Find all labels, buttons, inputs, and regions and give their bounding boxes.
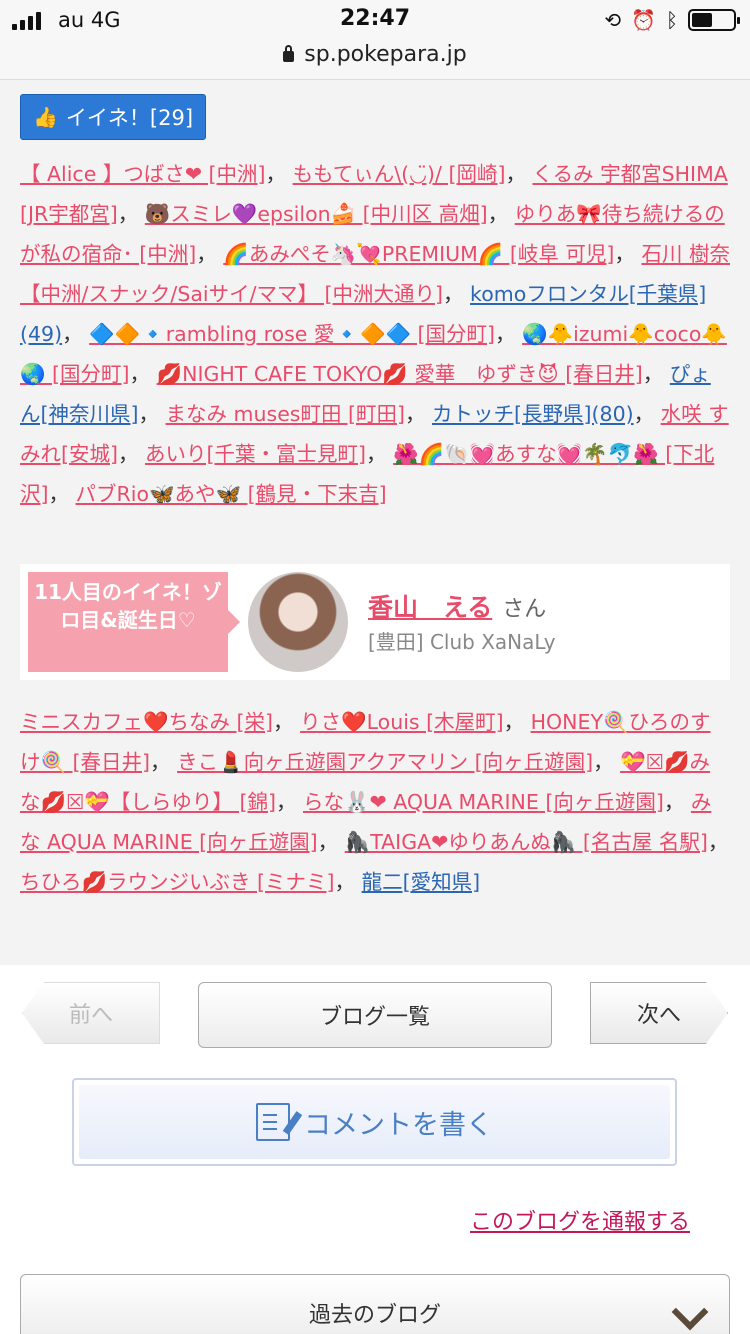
liker-link[interactable]: ももてぃん\(◡̈)/ [岡崎]	[293, 162, 506, 186]
write-comment-button[interactable]: コメントを書く	[72, 1078, 677, 1166]
likers-list: 【 Alice 】つばさ❤ [中洲]， ももてぃん\(◡̈)/ [岡崎]， くる…	[20, 162, 730, 506]
milestone-ribbon: 11人目のイイネ！ゾロ目&誕生日♡	[28, 572, 240, 672]
liker-link[interactable]: 🔷🔶🔹rambling rose 愛🔹🔶🔷 [国分町]	[89, 322, 495, 346]
like-button[interactable]: 👍 イイネ！[29]	[20, 94, 207, 140]
lock-icon	[283, 45, 295, 62]
featured-shop: [豊田] Club XaNaLy	[368, 630, 556, 654]
address-bar[interactable]: sp.pokepara.jp	[0, 42, 750, 67]
likers-list-more: ミニスカフェ❤️ちなみ [栄]， りさ❤️Louis [木屋町]， HONEY🍭…	[20, 710, 729, 894]
browser-status-bar: au 4G 22:47 ⟲ ⏰ ᛒ sp.pokepara.jp	[0, 0, 750, 80]
liker-link[interactable]: 💋NIGHT CAFE TOKYO💋 愛華 ゆずき😈 [春日井]	[157, 362, 643, 386]
liker-link[interactable]: 【 Alice 】つばさ❤ [中洲]	[20, 162, 266, 186]
url-text: sp.pokepara.jp	[304, 42, 467, 67]
prev-button[interactable]: 前へ	[22, 982, 160, 1044]
past-blog-label: 過去のブログ	[308, 1303, 441, 1328]
liker-link[interactable]: 🦍TAIGA❤ゆりあんぬ🦍 [名古屋 名駅]	[345, 830, 708, 854]
liker-link[interactable]: まなみ muses町田 [町田]	[166, 402, 405, 426]
liker-link[interactable]: パブRio🦋あや🦋 [鶴見・下末吉]	[76, 482, 387, 506]
orientation-lock-icon: ⟲	[604, 8, 622, 32]
liker-link[interactable]: りさ❤️Louis [木屋町]	[300, 710, 504, 734]
report-blog-link[interactable]: このブログを通報する	[470, 1204, 690, 1236]
thumbs-up-icon: 👍	[33, 105, 58, 129]
liker-link[interactable]: ミニスカフェ❤️ちなみ [栄]	[20, 710, 273, 734]
liker-link[interactable]: きこ💄向ヶ丘遊園アクアマリン [向ヶ丘遊園]	[177, 750, 593, 774]
liker-link[interactable]: カトッチ[長野県](80)	[432, 402, 634, 426]
write-comment-label: コメントを書く	[304, 1109, 493, 1141]
next-button[interactable]: 次へ	[590, 982, 728, 1044]
battery-icon	[688, 9, 740, 31]
bluetooth-icon: ᛒ	[666, 8, 678, 32]
liker-link[interactable]: あいり[千葉・富士見町]	[145, 442, 366, 466]
liker-link[interactable]: 🐻スミレ💜epsilon🍰 [中川区 高畑]	[145, 202, 488, 226]
status-icons: ⟲ ⏰ ᛒ	[604, 8, 740, 32]
featured-liker[interactable]: 11人目のイイネ！ゾロ目&誕生日♡ 香山 える さん [豊田] Club XaNa…	[20, 564, 730, 680]
past-blog-accordion[interactable]: 過去のブログ	[20, 1274, 730, 1334]
blog-content: 👍 イイネ！[29] 【 Alice 】つばさ❤ [中洲]， ももてぃん\(◡̈…	[0, 80, 750, 965]
featured-name[interactable]: 香山 える さん	[368, 588, 546, 624]
avatar[interactable]	[248, 572, 348, 672]
liker-link[interactable]: ちひろ💋ラウンジいぶき [ミナミ]	[20, 870, 335, 894]
liker-link[interactable]: 🌈あみぺそ🦄💘PREMIUM🌈 [岐阜 可児]	[223, 242, 614, 266]
alarm-icon: ⏰	[631, 8, 656, 32]
like-button-label: イイネ！[29]	[65, 106, 194, 130]
liker-link[interactable]: らな🐰❤ AQUA MARINE [向ヶ丘遊園]	[303, 790, 664, 814]
pager: 前へ ブログ一覧 次へ	[0, 982, 750, 1048]
edit-note-icon	[256, 1103, 290, 1141]
liker-link[interactable]: 龍二[愛知県]	[362, 870, 481, 894]
blog-list-button[interactable]: ブログ一覧	[198, 982, 552, 1048]
chevron-down-icon	[671, 1293, 709, 1331]
